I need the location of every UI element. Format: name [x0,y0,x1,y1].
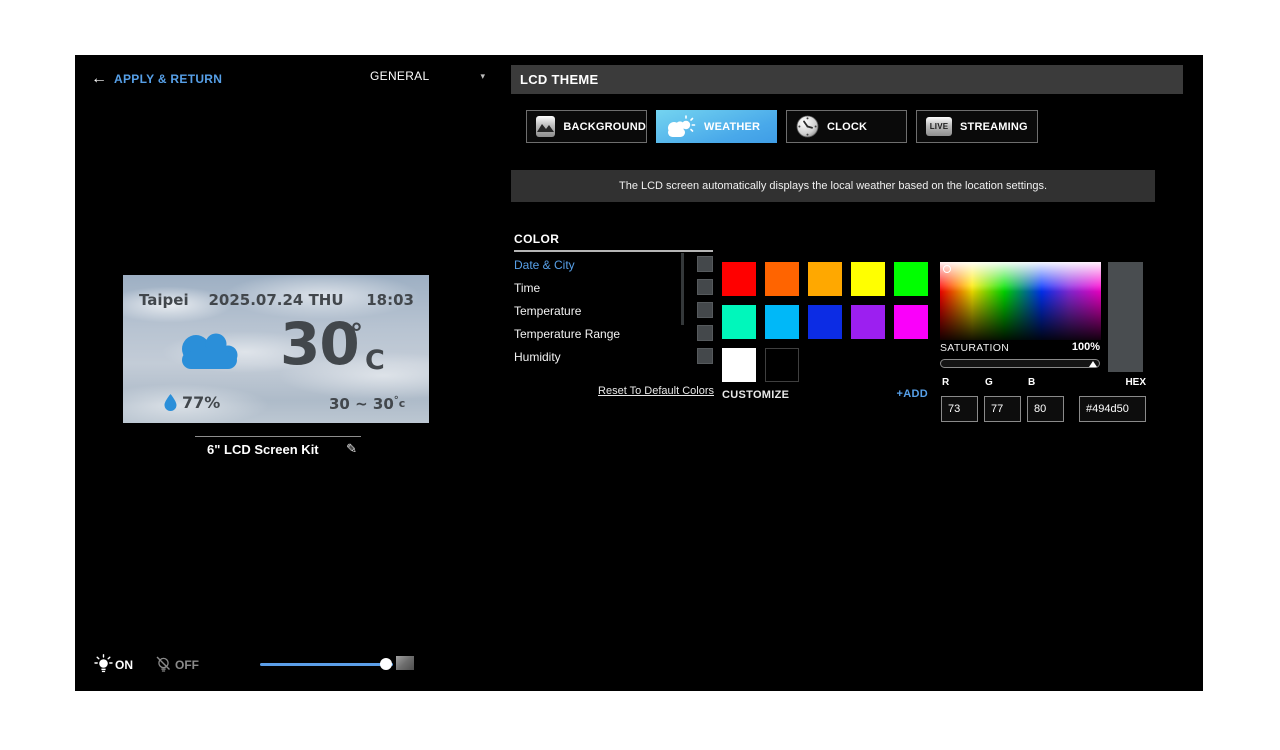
assigned-color-swatch [697,256,713,272]
general-dropdown[interactable]: GENERAL ▾ [370,69,485,83]
color-item-label: Temperature [514,304,581,318]
lcd-theme-panel: ← APPLY & RETURN GENERAL ▾ LCD THEME BAC… [75,55,1203,691]
color-title-divider [514,250,713,252]
tab-background[interactable]: BACKGROUND [526,110,647,143]
tab-background-label: BACKGROUND [563,121,646,133]
general-dropdown-value: GENERAL [370,69,429,83]
screen-on-bulb-icon[interactable] [94,654,113,679]
screen-off-bulb-icon[interactable] [155,656,172,679]
palette-swatch[interactable] [851,262,885,296]
palette-swatch[interactable] [851,305,885,339]
palette-swatch[interactable] [894,305,928,339]
saturation-value: 100% [980,341,1100,353]
assigned-color-swatch [697,279,713,295]
preview-time: 18:03 [366,291,414,309]
tab-weather-label: WEATHER [704,121,760,133]
hex-input[interactable] [1079,396,1146,422]
palette-swatch[interactable] [722,348,756,382]
brightness-gradient-icon [396,656,414,670]
b-input[interactable] [1027,396,1064,422]
r-input[interactable] [941,396,978,422]
empty-swatch-slot[interactable] [765,348,799,382]
preview-degree-symbol: ° [350,319,363,349]
color-item-label: Date & City [514,258,575,272]
sun-cloud-icon [665,115,696,138]
lcd-screen-preview: Taipei 2025.07.24 THU 18:03 30 ° C 77% 3… [123,275,429,423]
clock-icon [796,115,819,138]
preview-humidity-row: 77% [164,393,220,412]
tab-clock-label: CLOCK [827,121,867,133]
device-name-field[interactable]: 6" LCD Screen Kit ✎ [195,436,361,457]
assigned-color-swatch [697,325,713,341]
apply-return-label: APPLY & RETURN [114,72,222,86]
color-item-time[interactable]: Time [514,277,674,298]
add-color-button[interactable]: +ADD [722,388,928,400]
device-name: 6" LCD Screen Kit [207,442,319,457]
palette-swatch[interactable] [722,305,756,339]
color-item-label: Humidity [514,350,561,364]
g-label: G [985,377,993,388]
g-input[interactable] [984,396,1021,422]
tab-weather[interactable]: WEATHER [656,110,777,143]
brightness-slider-thumb[interactable] [380,658,392,670]
palette-swatch[interactable] [894,262,928,296]
palette-grid [722,262,928,382]
color-item-temperature[interactable]: Temperature [514,300,674,321]
current-color-preview [1108,262,1143,372]
saturation-slider[interactable] [940,359,1100,368]
color-item-date-city[interactable]: Date & City [514,254,674,275]
color-item-label: Time [514,281,540,295]
color-section-title: COLOR [514,232,559,246]
edit-pencil-icon[interactable]: ✎ [346,441,357,457]
color-gradient-picker[interactable] [940,262,1101,340]
info-message: The LCD screen automatically displays th… [619,180,1047,192]
lcd-theme-title-bar: LCD THEME [511,65,1183,94]
hex-label: HEX [1026,377,1146,388]
color-list-scrollbar[interactable] [681,253,684,325]
page-title: LCD THEME [520,72,599,87]
info-banner: The LCD screen automatically displays th… [511,170,1155,202]
screen-off-label[interactable]: OFF [175,658,199,672]
reset-default-colors-link[interactable]: Reset To Default Colors [514,385,714,397]
color-item-humidity[interactable]: Humidity [514,346,674,367]
assigned-color-swatch [697,348,713,364]
water-drop-icon [164,394,177,411]
palette-swatch[interactable] [722,262,756,296]
preview-temp-unit: C [365,345,385,376]
cloud-icon [171,327,247,388]
apply-return-button[interactable]: ← APPLY & RETURN [91,71,222,87]
live-badge-icon: LIVE [926,117,952,136]
screen-on-label[interactable]: ON [115,658,133,672]
assigned-color-swatch [697,302,713,318]
palette-swatch[interactable] [808,305,842,339]
color-item-label: Temperature Range [514,327,620,341]
brightness-slider[interactable] [260,663,393,666]
color-item-temperature-range[interactable]: Temperature Range [514,323,674,344]
picker-cursor[interactable] [943,265,951,273]
palette-swatch[interactable] [765,262,799,296]
chevron-down-icon: ▾ [480,71,485,82]
preview-humidity: 77% [182,393,220,412]
preview-range-unit: c [399,397,406,410]
saturation-slider-thumb[interactable] [1089,361,1097,367]
preview-temperature: 30 [280,315,359,373]
tab-streaming[interactable]: LIVE STREAMING [916,110,1038,143]
preview-temp-range: 30 ~ 30°c [329,395,405,413]
tab-streaming-label: STREAMING [960,121,1028,133]
image-icon [536,116,555,137]
tab-clock[interactable]: CLOCK [786,110,907,143]
preview-range-value: 30 ~ 30 [329,395,394,413]
palette-swatch[interactable] [808,262,842,296]
r-label: R [942,377,949,388]
palette-swatch[interactable] [765,305,799,339]
back-arrow-icon: ← [91,71,107,87]
